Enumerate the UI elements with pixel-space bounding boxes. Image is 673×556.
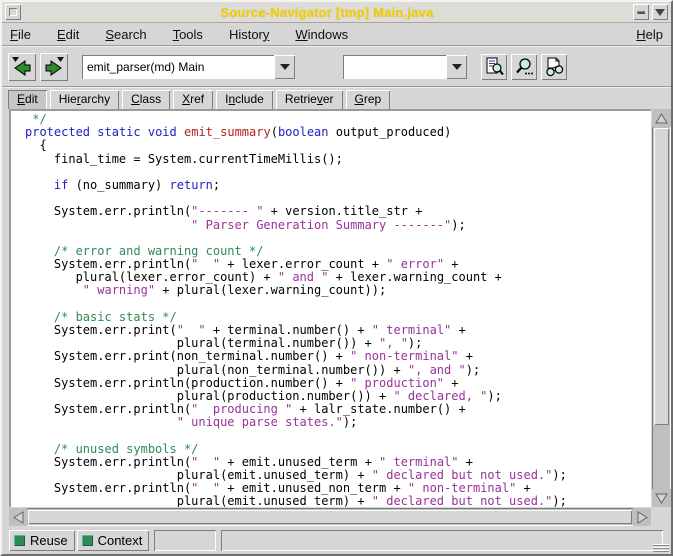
menu-history[interactable]: History	[229, 27, 269, 42]
scroll-left-button[interactable]	[9, 508, 27, 526]
search-combobox	[343, 55, 467, 79]
triangle-down-icon	[655, 493, 668, 504]
horizontal-scroll-thumb[interactable]	[28, 510, 632, 524]
horizontal-scroll-track[interactable]	[27, 508, 633, 526]
tab-include[interactable]: Include	[216, 90, 273, 109]
vertical-scroll-track[interactable]	[652, 127, 671, 489]
status-field-small	[154, 530, 216, 551]
tab-retriever[interactable]: Retriever	[276, 90, 343, 109]
tab-grep[interactable]: Grep	[346, 90, 391, 109]
search-icon	[514, 57, 534, 77]
minimize-button[interactable]	[633, 4, 649, 20]
title-bar: Source-Navigator [tmp] Main.java	[2, 2, 671, 23]
grep-binoculars-icon	[544, 57, 564, 77]
chevron-down-icon	[280, 64, 290, 70]
view-tab-bar: EditHierarchyClassXrefIncludeRetrieverGr…	[2, 88, 671, 109]
window-menu-icon	[9, 8, 17, 16]
code-line: " unique parse states.");	[25, 416, 649, 429]
reuse-label: Reuse	[30, 533, 68, 548]
window-title: Source-Navigator [tmp] Main.java	[21, 5, 633, 20]
horizontal-scrollbar[interactable]	[9, 508, 651, 526]
search-combobox-dropdown-button[interactable]	[446, 55, 467, 79]
scroll-down-button[interactable]	[652, 489, 671, 507]
menu-bar-items: File Edit Search Tools History Windows	[10, 27, 348, 42]
history-back-button[interactable]	[8, 53, 36, 81]
status-field-message	[221, 530, 663, 551]
menu-tools[interactable]: Tools	[173, 27, 203, 42]
editor-browse-button[interactable]	[481, 54, 507, 80]
vertical-scroll-thumb[interactable]	[654, 128, 669, 425]
toolbar	[2, 47, 671, 88]
code-area[interactable]: */protected static void emit_summary(boo…	[9, 109, 651, 507]
vertical-scrollbar[interactable]	[652, 109, 671, 507]
tab-hierarchy[interactable]: Hierarchy	[50, 90, 119, 109]
minimize-icon	[637, 11, 645, 14]
symbol-combobox-dropdown-button[interactable]	[274, 55, 295, 79]
search-combobox-input[interactable]	[343, 55, 446, 79]
grep-button[interactable]	[541, 54, 567, 80]
source-navigator-window: Source-Navigator [tmp] Main.java File Edi…	[0, 0, 673, 556]
window-menu-button[interactable]	[5, 4, 21, 20]
scroll-up-button[interactable]	[652, 109, 671, 127]
code-line: " warning" + plural(lexer.warning_count)…	[25, 284, 649, 297]
status-bar: Reuse Context	[2, 527, 671, 554]
code-line: protected static void emit_summary(boole…	[25, 126, 649, 139]
menu-edit[interactable]: Edit	[57, 27, 79, 42]
tab-xref[interactable]: Xref	[173, 90, 213, 109]
maximize-button[interactable]	[652, 4, 668, 20]
forward-arrow-icon	[42, 55, 66, 79]
search-files-button[interactable]	[511, 54, 537, 80]
context-toggle-button[interactable]: Context	[77, 530, 150, 551]
triangle-up-icon	[655, 113, 668, 124]
reuse-indicator-icon	[14, 535, 25, 546]
history-forward-button[interactable]	[40, 53, 68, 81]
reuse-toggle-button[interactable]: Reuse	[9, 530, 75, 551]
tab-class[interactable]: Class	[122, 90, 170, 109]
context-label: Context	[98, 533, 143, 548]
context-indicator-icon	[82, 535, 93, 546]
code-line: final_time = System.currentTimeMillis();	[25, 153, 649, 166]
triangle-down-icon	[655, 9, 665, 16]
tab-edit[interactable]: Edit	[8, 90, 47, 109]
menu-search[interactable]: Search	[105, 27, 146, 42]
document-magnifier-icon	[484, 57, 504, 77]
code-line: plural(emit.unused_term) + " declared bu…	[25, 495, 649, 507]
triangle-left-icon	[13, 511, 24, 524]
editor-region: */protected static void emit_summary(boo…	[2, 109, 671, 507]
resize-grip[interactable]	[653, 544, 669, 552]
code-line: if (no_summary) return;	[25, 179, 649, 192]
menu-help[interactable]: Help	[636, 27, 663, 42]
chevron-down-icon	[452, 64, 462, 70]
triangle-right-icon	[637, 511, 648, 524]
menu-bar-help: Help	[636, 27, 663, 42]
scroll-right-button[interactable]	[633, 508, 651, 526]
menu-bar: File Edit Search Tools History Windows Help	[2, 23, 671, 47]
back-arrow-icon	[10, 55, 34, 79]
menu-file[interactable]: File	[10, 27, 31, 42]
symbol-combobox	[82, 55, 295, 79]
code-line: " Parser Generation Summary -------");	[25, 219, 649, 232]
menu-windows[interactable]: Windows	[295, 27, 348, 42]
symbol-combobox-input[interactable]	[82, 55, 274, 79]
